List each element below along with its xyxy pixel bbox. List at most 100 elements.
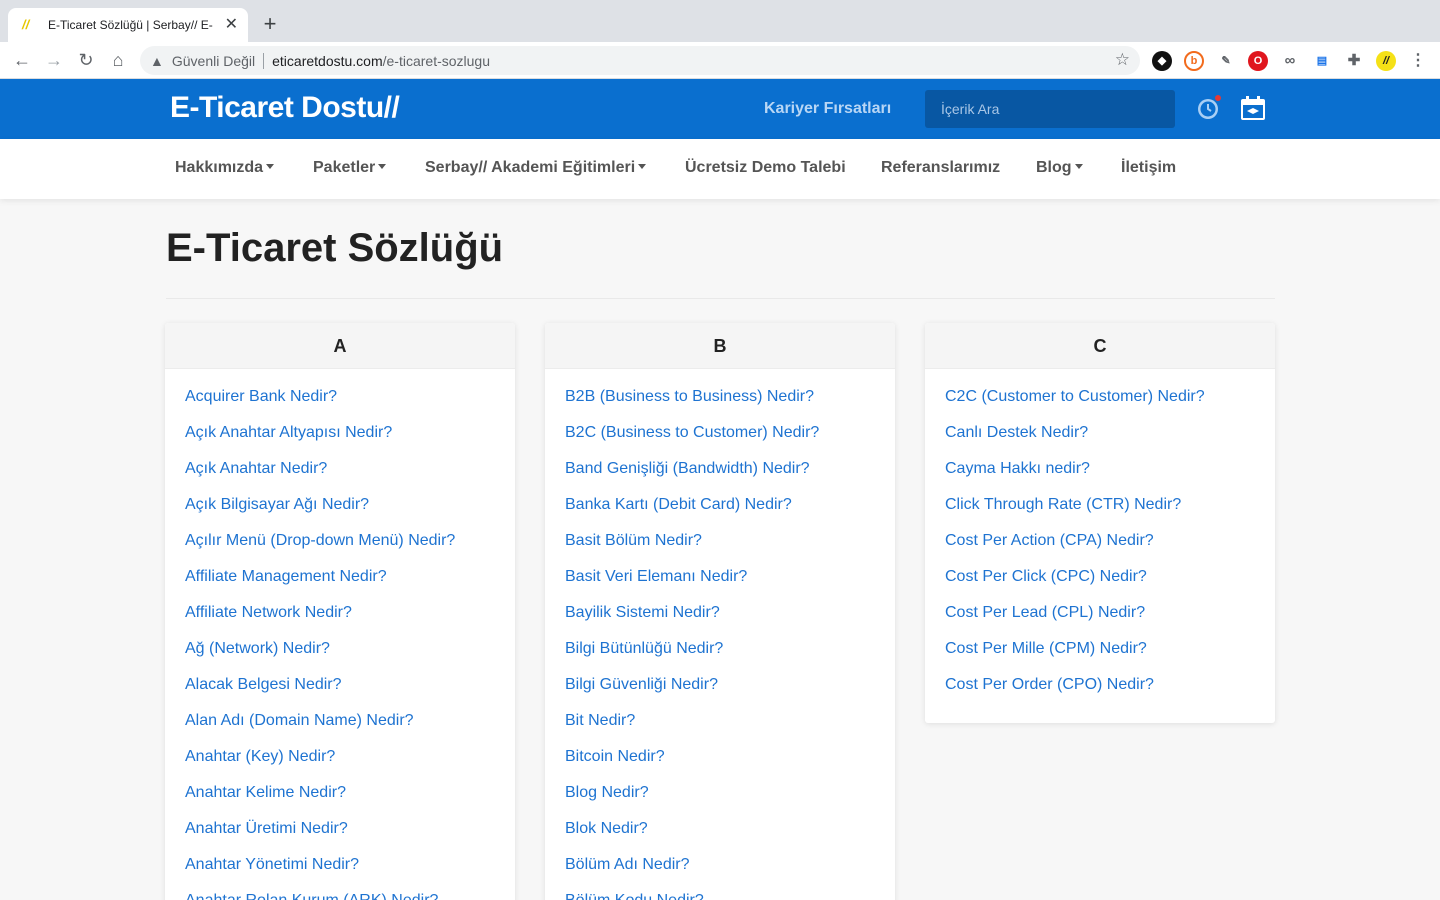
- page-title: E-Ticaret Sözlüğü: [166, 226, 504, 270]
- tab-title: E-Ticaret Sözlüğü | Serbay// E-: [48, 18, 213, 32]
- extension-icon[interactable]: ◆: [1152, 51, 1172, 71]
- caret-down-icon: [1074, 163, 1083, 169]
- reload-icon[interactable]: ↻: [74, 48, 98, 72]
- main-navigation: Hakkımızda Paketler Serbay// Akademi Eği…: [0, 139, 1440, 199]
- profile-avatar[interactable]: //: [1376, 51, 1396, 71]
- glossary-term-link[interactable]: Cost Per Action (CPA) Nedir?: [945, 531, 1255, 567]
- address-bar[interactable]: ▲ Güvenli Değil eticaretdostu.com/e-tica…: [140, 46, 1140, 75]
- glossary-term-link[interactable]: Anahtar Rolan Kurum (ARK) Nedir?: [185, 891, 495, 900]
- extension-icon[interactable]: b: [1184, 51, 1204, 71]
- nav-item-label: Serbay// Akademi Eğitimleri: [425, 159, 636, 176]
- glossary-term-link[interactable]: Blog Nedir?: [565, 783, 875, 819]
- glossary-card-c: C C2C (Customer to Customer) Nedir? Canlı…: [925, 323, 1275, 723]
- glossary-term-link[interactable]: Click Through Rate (CTR) Nedir?: [945, 495, 1255, 531]
- forward-icon[interactable]: →: [42, 48, 66, 72]
- glossary-term-link[interactable]: Bölüm Adı Nedir?: [565, 855, 875, 891]
- glossary-term-link[interactable]: Anahtar (Key) Nedir?: [185, 747, 495, 783]
- glossary-term-link[interactable]: Alacak Belgesi Nedir?: [185, 675, 495, 711]
- separator: [263, 52, 265, 69]
- bookmark-star-icon[interactable]: ☆: [1115, 50, 1130, 70]
- site-logo[interactable]: E-Ticaret Dostu//: [170, 91, 400, 125]
- close-icon[interactable]: ✕: [225, 17, 238, 33]
- glossary-term-link[interactable]: Açık Anahtar Altyapısı Nedir?: [185, 423, 495, 459]
- url-domain[interactable]: eticaretdostu.com: [272, 53, 383, 69]
- nav-item-label: Blog: [1036, 159, 1072, 176]
- nav-item-hakkimizda[interactable]: Hakkımızda: [175, 159, 275, 177]
- site-favicon-icon: //: [22, 17, 30, 32]
- security-status[interactable]: Güvenli Değil: [172, 53, 255, 69]
- nav-item-referanslar[interactable]: Referanslarımız: [881, 159, 1000, 177]
- nav-item-label: Paketler: [313, 159, 376, 176]
- card-letter: B: [545, 323, 895, 369]
- glossary-term-link[interactable]: Bayilik Sistemi Nedir?: [565, 603, 875, 639]
- glossary-term-link[interactable]: Bitcoin Nedir?: [565, 747, 875, 783]
- glossary-term-link[interactable]: Alan Adı (Domain Name) Nedir?: [185, 711, 495, 747]
- glossary-term-link[interactable]: Band Genişliği (Bandwidth) Nedir?: [565, 459, 875, 495]
- glossary-term-link[interactable]: Bilgi Bütünlüğü Nedir?: [565, 639, 875, 675]
- career-link[interactable]: Kariyer Fırsatları: [764, 100, 891, 118]
- glossary-term-link[interactable]: C2C (Customer to Customer) Nedir?: [945, 387, 1255, 423]
- glossary-term-link[interactable]: Bit Nedir?: [565, 711, 875, 747]
- card-letter: A: [165, 323, 515, 369]
- glossary-term-link[interactable]: Açılır Menü (Drop-down Menü) Nedir?: [185, 531, 495, 567]
- extension-icon[interactable]: ✎: [1216, 51, 1236, 71]
- calendar-icon[interactable]: [1240, 95, 1266, 121]
- glossary-term-link[interactable]: B2C (Business to Customer) Nedir?: [565, 423, 875, 459]
- nav-item-iletisim[interactable]: İletişim: [1121, 159, 1176, 177]
- nav-item-label: Referanslarımız: [881, 159, 1001, 176]
- glossary-term-link[interactable]: Canlı Destek Nedir?: [945, 423, 1255, 459]
- url-path[interactable]: /e-ticaret-sozlugu: [383, 53, 490, 69]
- glossary-term-link[interactable]: Banka Kartı (Debit Card) Nedir?: [565, 495, 875, 531]
- nav-item-demo[interactable]: Ücretsiz Demo Talebi: [685, 159, 846, 177]
- divider: [166, 298, 1275, 299]
- browser-tabbar: // E-Ticaret Sözlüğü | Serbay// E- ✕ +: [0, 0, 1440, 42]
- caret-down-icon: [378, 163, 387, 169]
- nav-item-label: Ücretsiz Demo Talebi: [685, 159, 846, 176]
- glossary-term-link[interactable]: Affiliate Management Nedir?: [185, 567, 495, 603]
- glossary-term-link[interactable]: Anahtar Yönetimi Nedir?: [185, 855, 495, 891]
- glossary-term-link[interactable]: Bilgi Güvenliği Nedir?: [565, 675, 875, 711]
- alarm-clock-icon[interactable]: [1194, 94, 1222, 122]
- glossary-term-link[interactable]: Cost Per Mille (CPM) Nedir?: [945, 639, 1255, 675]
- card-letter: C: [925, 323, 1275, 369]
- opera-extension-icon[interactable]: O: [1248, 51, 1268, 71]
- glossary-term-link[interactable]: Blok Nedir?: [565, 819, 875, 855]
- glossary-term-link[interactable]: Acquirer Bank Nedir?: [185, 387, 495, 423]
- menu-kebab-icon[interactable]: ⋮: [1408, 51, 1428, 71]
- nav-item-akademi[interactable]: Serbay// Akademi Eğitimleri: [425, 159, 647, 177]
- back-icon[interactable]: ←: [10, 48, 34, 72]
- glossary-term-link[interactable]: Cost Per Order (CPO) Nedir?: [945, 675, 1255, 711]
- caret-down-icon: [638, 163, 647, 169]
- glossary-term-link[interactable]: Cayma Hakkı nedir?: [945, 459, 1255, 495]
- site-header: E-Ticaret Dostu// Kariyer Fırsatları: [0, 79, 1440, 139]
- term-list: B2B (Business to Business) Nedir? B2C (Bu…: [545, 369, 895, 900]
- caret-down-icon: [266, 163, 275, 169]
- glossary-term-link[interactable]: Açık Bilgisayar Ağı Nedir?: [185, 495, 495, 531]
- new-tab-icon[interactable]: +: [258, 12, 282, 36]
- nav-item-label: Hakkımızda: [175, 159, 264, 176]
- home-icon[interactable]: ⌂: [106, 48, 130, 72]
- warning-icon[interactable]: ▲: [150, 53, 164, 69]
- term-list: Acquirer Bank Nedir? Açık Anahtar Altyapı…: [165, 369, 515, 900]
- browser-toolbar: ← → ↻ ⌂ ▲ Güvenli Değil eticaretdostu.co…: [0, 42, 1440, 79]
- glossary-term-link[interactable]: Affiliate Network Nedir?: [185, 603, 495, 639]
- glossary-card-a: A Acquirer Bank Nedir? Açık Anahtar Altya…: [165, 323, 515, 900]
- glossary-term-link[interactable]: Basit Bölüm Nedir?: [565, 531, 875, 567]
- glossary-term-link[interactable]: B2B (Business to Business) Nedir?: [565, 387, 875, 423]
- term-list: C2C (Customer to Customer) Nedir? Canlı D…: [925, 369, 1275, 723]
- glossary-term-link[interactable]: Cost Per Lead (CPL) Nedir?: [945, 603, 1255, 639]
- glossary-term-link[interactable]: Açık Anahtar Nedir?: [185, 459, 495, 495]
- puzzle-extensions-icon[interactable]: ✚: [1344, 51, 1364, 71]
- nav-item-paketler[interactable]: Paketler: [313, 159, 387, 177]
- glossary-term-link[interactable]: Ağ (Network) Nedir?: [185, 639, 495, 675]
- extension-icon[interactable]: ▤: [1312, 51, 1332, 71]
- glossary-term-link[interactable]: Basit Veri Elemanı Nedir?: [565, 567, 875, 603]
- glossary-term-link[interactable]: Bölüm Kodu Nedir?: [565, 891, 875, 900]
- search-input[interactable]: [925, 90, 1175, 128]
- glossary-term-link[interactable]: Anahtar Kelime Nedir?: [185, 783, 495, 819]
- infinity-extension-icon[interactable]: ∞: [1280, 51, 1300, 71]
- nav-item-blog[interactable]: Blog: [1036, 159, 1083, 177]
- glossary-term-link[interactable]: Anahtar Üretimi Nedir?: [185, 819, 495, 855]
- browser-tab[interactable]: // E-Ticaret Sözlüğü | Serbay// E- ✕: [8, 8, 248, 42]
- glossary-term-link[interactable]: Cost Per Click (CPC) Nedir?: [945, 567, 1255, 603]
